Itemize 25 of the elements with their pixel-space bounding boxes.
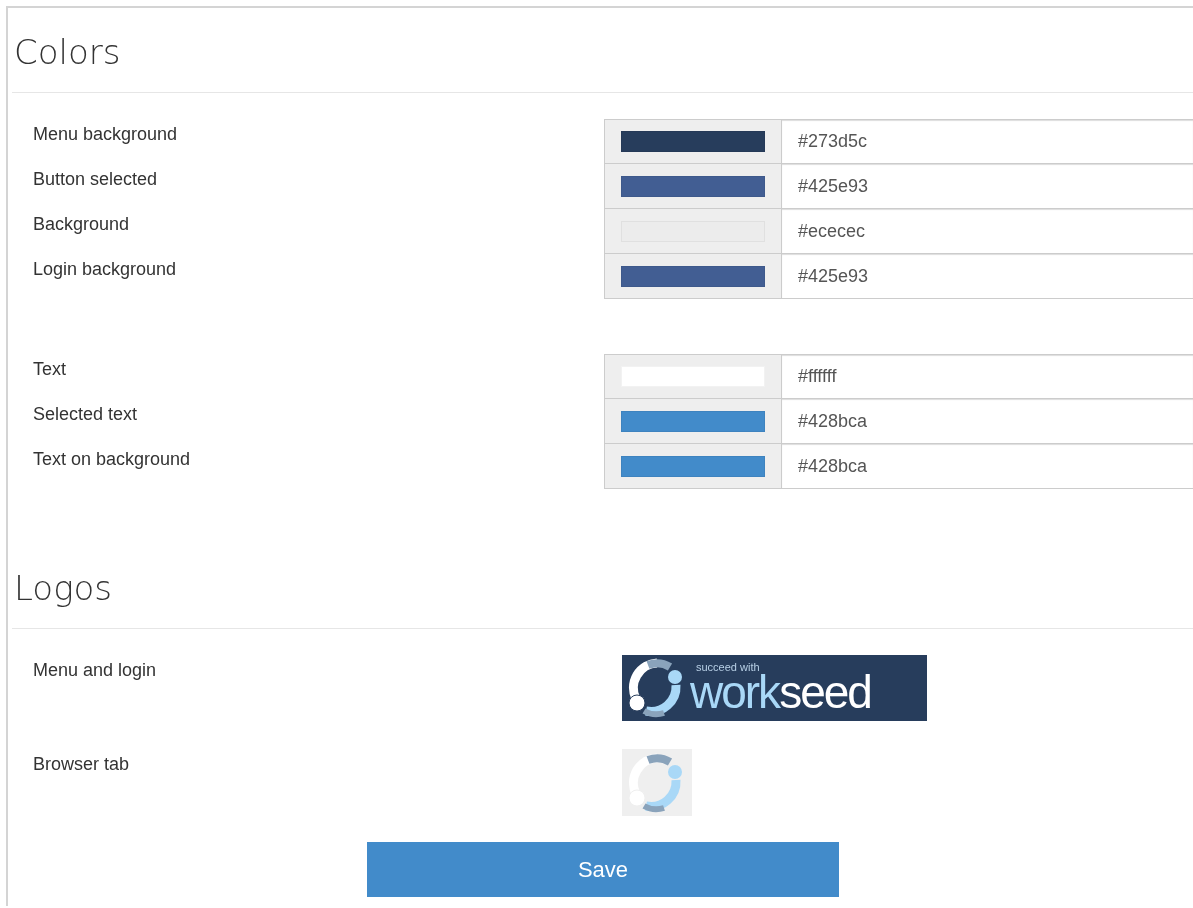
save-button[interactable]: Save [367, 842, 839, 897]
color-label: Text [32, 358, 67, 378]
color-swatch[interactable] [621, 265, 765, 287]
logo-label: Browser tab [32, 753, 131, 773]
color-field[interactable]: #425e93 [782, 164, 1193, 209]
color-label: Login background [32, 258, 178, 278]
color-label: Menu background [32, 123, 179, 143]
section-heading: Colors [13, 31, 122, 74]
color-swatch[interactable] [621, 455, 765, 477]
color-field[interactable]: #428bca [782, 444, 1193, 489]
favicon-logo[interactable] [622, 749, 692, 816]
color-field[interactable]: #ffffff [782, 354, 1193, 399]
color-swatch[interactable] [621, 131, 765, 152]
color-field[interactable]: #425e93 [782, 254, 1193, 299]
color-label: Text on background [32, 448, 192, 468]
color-label: Button selected [32, 168, 159, 188]
color-label: Selected text [32, 403, 139, 423]
color-field[interactable]: #ececec [782, 209, 1193, 254]
color-field[interactable]: #273d5c [782, 119, 1193, 164]
color-swatch[interactable] [621, 410, 765, 432]
color-field[interactable]: #428bca [782, 399, 1193, 444]
section-heading: Logos [13, 567, 114, 610]
color-label: Background [32, 213, 131, 233]
logo-label: Menu and login [32, 659, 158, 679]
color-swatch[interactable] [621, 175, 765, 197]
